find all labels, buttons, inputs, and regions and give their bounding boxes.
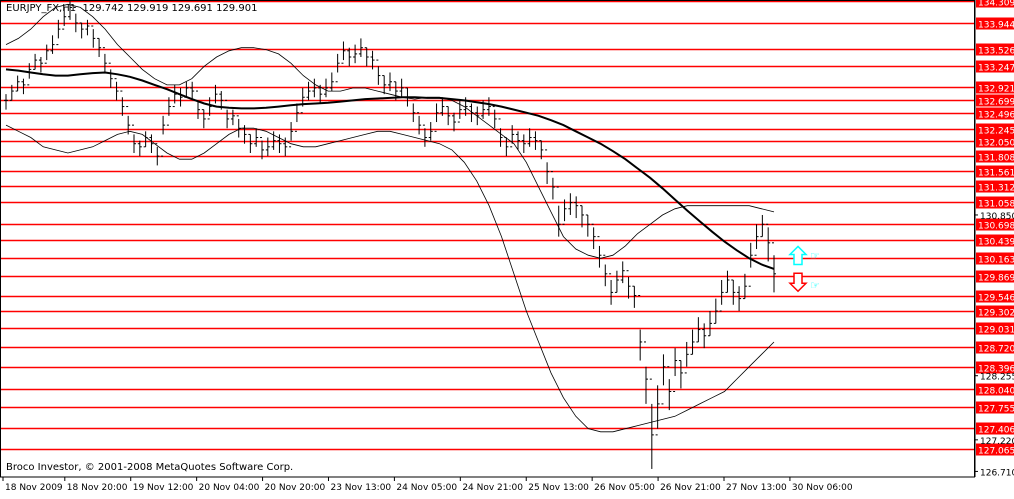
moving-average <box>5 68 775 270</box>
x-tick-label: 18 Nov 2009 <box>5 483 63 493</box>
level-label: 127.406 <box>978 426 1014 436</box>
level-label: 129.869 <box>978 274 1014 284</box>
x-tick-label: 26 Nov 05:00 <box>594 483 655 493</box>
y-tick-label: 126.710 <box>980 468 1014 478</box>
copyright-text: Broco Investor, © 2001-2008 MetaQuotes S… <box>6 462 294 473</box>
level-label: 133.944 <box>978 21 1014 31</box>
price-bars <box>4 1 776 469</box>
level-label: 130.163 <box>978 256 1014 266</box>
ohlc-readout: 129.742 129.919 129.691 129.901 <box>82 3 258 14</box>
level-label: 132.245 <box>978 127 1014 137</box>
level-label: 132.050 <box>978 139 1014 149</box>
x-tick-label: 24 Nov 21:00 <box>462 483 523 493</box>
x-tick-label: 18 Nov 20:00 <box>67 483 128 493</box>
level-label: 133.526 <box>978 47 1014 57</box>
moving-average-line <box>5 68 775 270</box>
level-label: 131.312 <box>978 184 1014 194</box>
level-label: 127.755 <box>978 405 1014 415</box>
y-tick-label: 128.255 <box>980 373 1014 383</box>
level-label: 129.546 <box>978 294 1014 304</box>
level-label: 129.302 <box>978 309 1014 319</box>
price-chart[interactable]: ☞☞ 134.309133.944133.526133.247132.92113… <box>0 0 1014 495</box>
x-tick-label: 27 Nov 13:00 <box>726 483 787 493</box>
level-label: 128.720 <box>978 345 1014 355</box>
level-label: 131.808 <box>978 154 1014 164</box>
x-tick-label: 20 Nov 04:00 <box>199 483 260 493</box>
x-tick-label: 24 Nov 05:00 <box>396 483 457 493</box>
level-label: 132.699 <box>978 98 1014 108</box>
chart-area[interactable]: ☞ ☞ 134.309 133.944 133.526 133.247 132.921 13… <box>0 0 1014 495</box>
level-label: 130.439 <box>978 238 1014 248</box>
level-label: 131.058 <box>978 200 1014 210</box>
x-tick-label: 25 Nov 13:00 <box>528 483 589 493</box>
sell-hand-icon: ☞ <box>810 279 820 292</box>
buy-hand-icon: ☞ <box>810 249 820 262</box>
level-label: 128.040 <box>978 387 1014 397</box>
x-tick-label: 20 Nov 20:00 <box>265 483 326 493</box>
chart-header: EURJPY_FX,H1 129.742 129.919 129.691 129… <box>6 3 257 14</box>
price-levels <box>0 0 975 451</box>
level-label: 132.496 <box>978 111 1014 121</box>
level-label: 127.065 <box>978 447 1014 457</box>
plot-frame <box>0 0 975 478</box>
level-label: 133.247 <box>978 64 1014 74</box>
symbol-label: EURJPY_FX,H1 <box>6 3 77 14</box>
level-label: 130.698 <box>978 222 1014 232</box>
buy-arrow-icon <box>788 245 808 266</box>
x-tick-label: 26 Nov 21:00 <box>660 483 721 493</box>
level-label: 132.921 <box>978 85 1014 95</box>
price-axis: 134.309 133.944 133.526 133.247 132.921 132.6… <box>975 0 1014 478</box>
level-label: 131.561 <box>978 169 1014 179</box>
time-axis: 18 Nov 2009 18 Nov 20:00 19 Nov 12:00 20 No… <box>2 477 853 493</box>
level-label: 129.031 <box>978 326 1014 336</box>
signal-arrows: ☞☞ <box>788 245 820 293</box>
x-tick-label: 30 Nov 06:00 <box>792 483 853 493</box>
y-tick-label: 127.220 <box>980 437 1014 447</box>
y-tick-label: 130.850 <box>980 212 1014 222</box>
x-tick-label: 19 Nov 12:00 <box>133 483 194 493</box>
x-tick-label: 23 Nov 13:00 <box>330 483 391 493</box>
level-label: 134.309 <box>978 0 1014 9</box>
